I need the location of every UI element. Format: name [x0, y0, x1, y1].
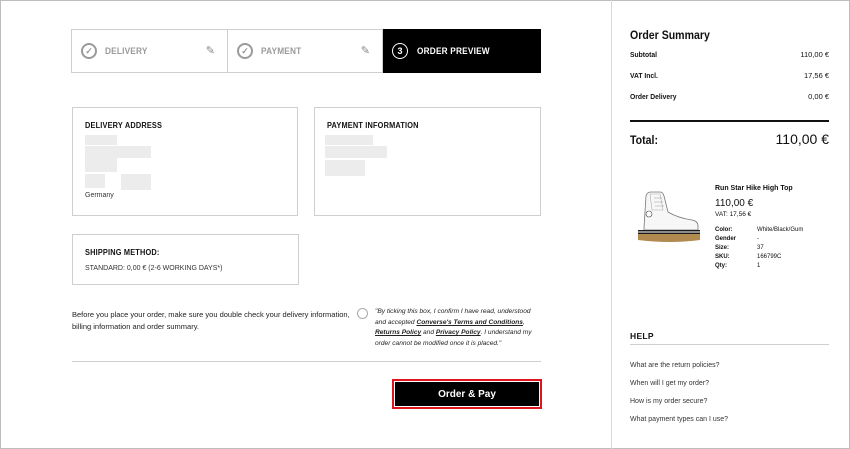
- summary-value: 110,00 €: [800, 50, 829, 59]
- summary-label: Subtotal: [630, 50, 657, 59]
- check-icon: ✓: [237, 43, 253, 59]
- redacted-text: [85, 174, 105, 188]
- step-label: ORDER PREVIEW: [417, 46, 490, 56]
- summary-label: VAT Incl.: [630, 71, 658, 80]
- total-value: 110,00 €: [775, 131, 829, 147]
- sidebar-divider: [611, 0, 612, 449]
- product-attr-color: Color: White/Black/Gum: [715, 227, 803, 233]
- delivery-address-title: DELIVERY ADDRESS: [85, 121, 163, 130]
- attr-label: Color:: [715, 227, 733, 233]
- payment-information-title: PAYMENT INFORMATION: [327, 121, 419, 130]
- help-link-order-security[interactable]: How is my order secure?: [630, 398, 707, 405]
- product-attr-qty: Qty: 1: [715, 263, 760, 269]
- payment-information-box: PAYMENT INFORMATION: [314, 107, 541, 216]
- checkout-steps: ✓ DELIVERY ✎ ✓ PAYMENT ✎ 3 ORDER PREVIEW: [71, 29, 541, 73]
- order-summary-title: Order Summary: [630, 28, 710, 42]
- summary-total: Total: 110,00 €: [630, 131, 829, 147]
- shipping-method-title: SHIPPING METHOD:: [85, 248, 160, 257]
- step-number: 3: [392, 43, 408, 59]
- attr-value: 37: [757, 245, 764, 251]
- delivery-address-box: DELIVERY ADDRESS Germany: [72, 107, 298, 216]
- terms-conditions-link[interactable]: Converse's Terms and Conditions: [416, 319, 522, 326]
- attr-label: Size:: [715, 245, 730, 251]
- summary-divider: [630, 120, 829, 122]
- attr-value: -: [757, 236, 759, 242]
- summary-row-vat: VAT Incl. 17,56 €: [630, 71, 829, 80]
- terms-checkbox[interactable]: [357, 308, 368, 319]
- edit-pencil-icon[interactable]: ✎: [206, 44, 215, 57]
- step-order-preview: 3 ORDER PREVIEW: [383, 29, 541, 73]
- step-delivery[interactable]: ✓ DELIVERY ✎: [71, 29, 228, 73]
- redacted-text: [121, 174, 151, 190]
- step-payment[interactable]: ✓ PAYMENT ✎: [228, 29, 383, 73]
- redacted-text: [85, 146, 151, 158]
- total-label: Total:: [630, 133, 658, 147]
- product-attr-sku: SKU: 166799C: [715, 254, 781, 260]
- attr-value: 1: [757, 263, 761, 269]
- summary-value: 0,00 €: [808, 92, 829, 101]
- redacted-text: [85, 135, 117, 145]
- step-label: PAYMENT: [261, 46, 302, 56]
- attr-label: Gender: [715, 236, 737, 242]
- product-price: 110,00 €: [715, 198, 754, 209]
- redacted-text: [85, 158, 117, 172]
- step-label: DELIVERY: [105, 46, 148, 56]
- product-vat: VAT: 17,56 €: [715, 211, 752, 218]
- terms-text: "By ticking this box, I confirm I have r…: [375, 307, 543, 349]
- attr-value: 166799C: [757, 254, 782, 260]
- review-notice: Before you place your order, make sure y…: [72, 310, 350, 331]
- shipping-method-box: SHIPPING METHOD: STANDARD: 0,00 € (2-6 W…: [72, 234, 299, 285]
- shipping-method-value: STANDARD: 0,00 € (2-6 WORKING DAYS*): [85, 265, 223, 272]
- help-link-payment-types[interactable]: What payment types can I use?: [630, 416, 728, 423]
- summary-label: Order Delivery: [630, 92, 677, 101]
- attr-label: Qty:: [715, 263, 727, 269]
- summary-row-delivery: Order Delivery 0,00 €: [630, 92, 829, 101]
- order-pay-button[interactable]: Order & Pay: [395, 382, 539, 406]
- check-icon: ✓: [81, 43, 97, 59]
- help-title: HELP: [630, 331, 654, 341]
- privacy-policy-link[interactable]: Privacy Policy: [436, 329, 481, 336]
- product-name[interactable]: Run Star Hike High Top: [715, 185, 793, 192]
- redacted-text: [325, 135, 373, 145]
- product-attr-size: Size: 37: [715, 245, 764, 251]
- help-divider: [630, 344, 829, 345]
- attr-label: SKU:: [715, 254, 730, 260]
- delivery-country: Germany: [85, 192, 114, 199]
- help-link-return-policies[interactable]: What are the return policies?: [630, 362, 720, 369]
- terms-text-part: and: [421, 329, 436, 336]
- divider: [72, 361, 541, 362]
- edit-pencil-icon[interactable]: ✎: [361, 44, 370, 57]
- product-image: [638, 191, 700, 242]
- attr-value: White/Black/Gum: [757, 227, 804, 233]
- summary-value: 17,56 €: [803, 71, 829, 80]
- terms-text-part: ,: [522, 318, 525, 326]
- product-attr-gender: Gender -: [715, 236, 759, 242]
- redacted-text: [325, 146, 387, 158]
- summary-row-subtotal: Subtotal 110,00 €: [630, 50, 829, 59]
- order-pay-button-highlight[interactable]: Order & Pay: [392, 379, 542, 409]
- redacted-text: [325, 160, 365, 176]
- returns-policy-link[interactable]: Returns Policy: [375, 329, 421, 336]
- help-link-delivery-time[interactable]: When will I get my order?: [630, 380, 709, 387]
